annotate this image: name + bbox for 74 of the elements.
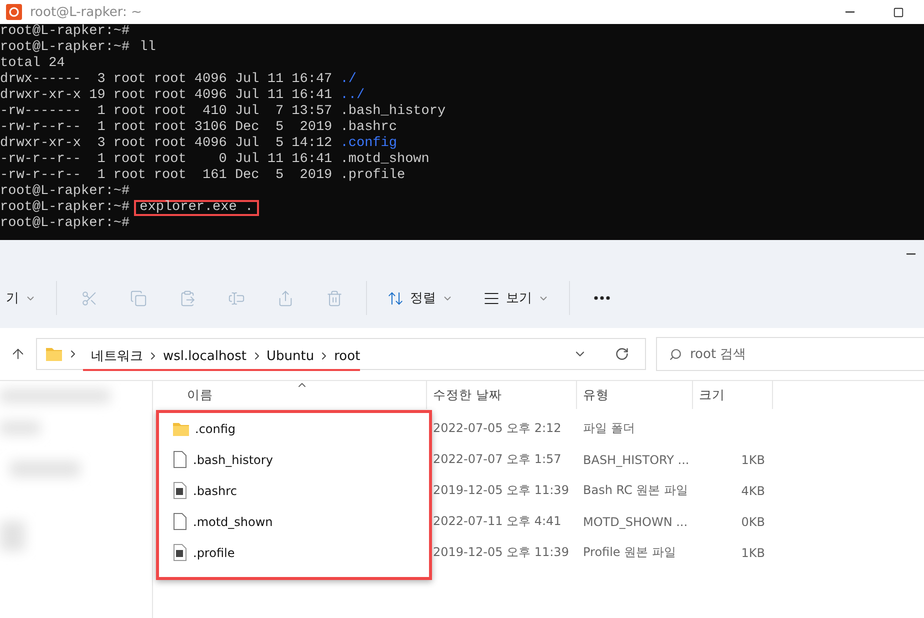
date-cell-text: 2019-12-05 오후 11:39: [432, 544, 570, 561]
type-cell-text: BASH_HISTORY ...: [582, 452, 690, 466]
date-cell-text: 2022-07-07 오후 1:57: [432, 451, 562, 468]
script-file-icon: [173, 482, 187, 499]
file-name[interactable]: .motd_shown: [191, 514, 273, 528]
trash-icon: [326, 290, 342, 306]
prompt: root@L-rapker:~#: [0, 184, 130, 200]
listing-details: -rw------- 1 root root 410 Jul 7 13:57: [0, 104, 334, 120]
prompt: root@L-rapker:~#: [0, 200, 130, 216]
sort-icon: [387, 290, 404, 306]
up-arrow-icon[interactable]: [10, 346, 26, 362]
listing-details: -rw-r--r-- 1 root root 161 Dec 5 2019: [0, 168, 334, 184]
breadcrumb[interactable]: 네트워크: [91, 347, 143, 365]
file-name[interactable]: .config: [193, 422, 236, 436]
folder-icon: [45, 347, 63, 361]
breadcrumb[interactable]: root: [334, 348, 360, 364]
search-field[interactable]: root 검색: [656, 337, 924, 371]
size-cell-text: 0KB: [740, 514, 766, 528]
prompt: root@L-rapker:~#: [0, 216, 130, 232]
file-name: ./: [340, 72, 356, 88]
file-name: .profile: [340, 168, 406, 184]
copy-icon: [130, 290, 146, 306]
date-cell-text: 2022-07-11 오후 4:41: [432, 513, 562, 530]
app-icon: [6, 4, 22, 20]
paste-icon: [178, 290, 196, 306]
command: ll: [138, 40, 157, 56]
file-icon: [173, 451, 187, 468]
menu-button[interactable]: 기: [0, 282, 42, 314]
search-icon: [669, 348, 682, 360]
menu-button[interactable]: 정렬: [381, 282, 459, 314]
listing-details: -rw-r--r-- 1 root root 0 Jul 11 16:41: [0, 152, 334, 168]
size-cell-text: 1KB: [740, 452, 766, 466]
output-text: total 24: [0, 56, 65, 72]
file-name: .bash_history: [340, 104, 446, 120]
folder-icon: [173, 422, 189, 436]
breadcrumb[interactable]: wsl.localhost: [163, 348, 247, 364]
column-header[interactable]: 수정한 날짜: [427, 381, 577, 409]
column-header[interactable]: 유형: [577, 381, 693, 409]
type-cell-text: 파일 폴더: [582, 420, 636, 437]
column-header[interactable]: 이름: [153, 381, 427, 409]
cut-icon: [80, 290, 98, 306]
prompt: root@L-rapker:~#: [0, 24, 130, 40]
prompt: root@L-rapker:~#: [0, 40, 130, 56]
file-icon: [173, 513, 187, 530]
more-icon: [594, 296, 610, 300]
window-title: root@L-rapker: ~: [30, 4, 143, 20]
file-name: ../: [340, 88, 365, 104]
file-name: .bashrc: [340, 120, 397, 136]
command: explorer.exe .: [134, 200, 260, 216]
refresh-icon[interactable]: [615, 347, 629, 361]
date-cell-text: 2022-07-05 오후 2:12: [432, 420, 562, 437]
file-name[interactable]: .bash_history: [191, 452, 273, 466]
address-bar[interactable]: 네트워크 wsl.localhost Ubuntu root: [36, 338, 646, 370]
listing-details: drwx------ 3 root root 4096 Jul 11 16:47: [0, 72, 334, 88]
type-cell-text: Profile 원본 파일: [582, 544, 677, 561]
listing-details: -rw-r--r-- 1 root root 3106 Dec 5 2019: [0, 120, 334, 136]
size-cell-text: 4KB: [740, 484, 766, 498]
share-icon: [276, 290, 294, 306]
listing-details: drwxr-xr-x 3 root root 4096 Jul 5 14:12: [0, 136, 334, 152]
file-name: .config: [340, 136, 397, 152]
column-header[interactable]: 크기: [693, 381, 773, 409]
file-name[interactable]: .profile: [191, 546, 235, 560]
listing-details: drwxr-xr-x 19 root root 4096 Jul 11 16:41: [0, 88, 334, 104]
size-cell-text: 1KB: [740, 546, 766, 560]
date-cell-text: 2019-12-05 오후 11:39: [432, 482, 570, 499]
breadcrumb[interactable]: Ubuntu: [266, 348, 314, 364]
menu-button[interactable]: 보기: [477, 282, 555, 314]
file-name: .motd_shown: [340, 152, 430, 168]
type-cell-text: MOTD_SHOWN ...: [582, 514, 689, 528]
script-file-icon: [173, 544, 187, 561]
maximize-icon[interactable]: [892, 6, 904, 18]
rename-icon: [228, 290, 244, 306]
type-cell-text: Bash RC 원본 파일: [582, 482, 690, 499]
file-name[interactable]: .bashrc: [191, 484, 237, 498]
